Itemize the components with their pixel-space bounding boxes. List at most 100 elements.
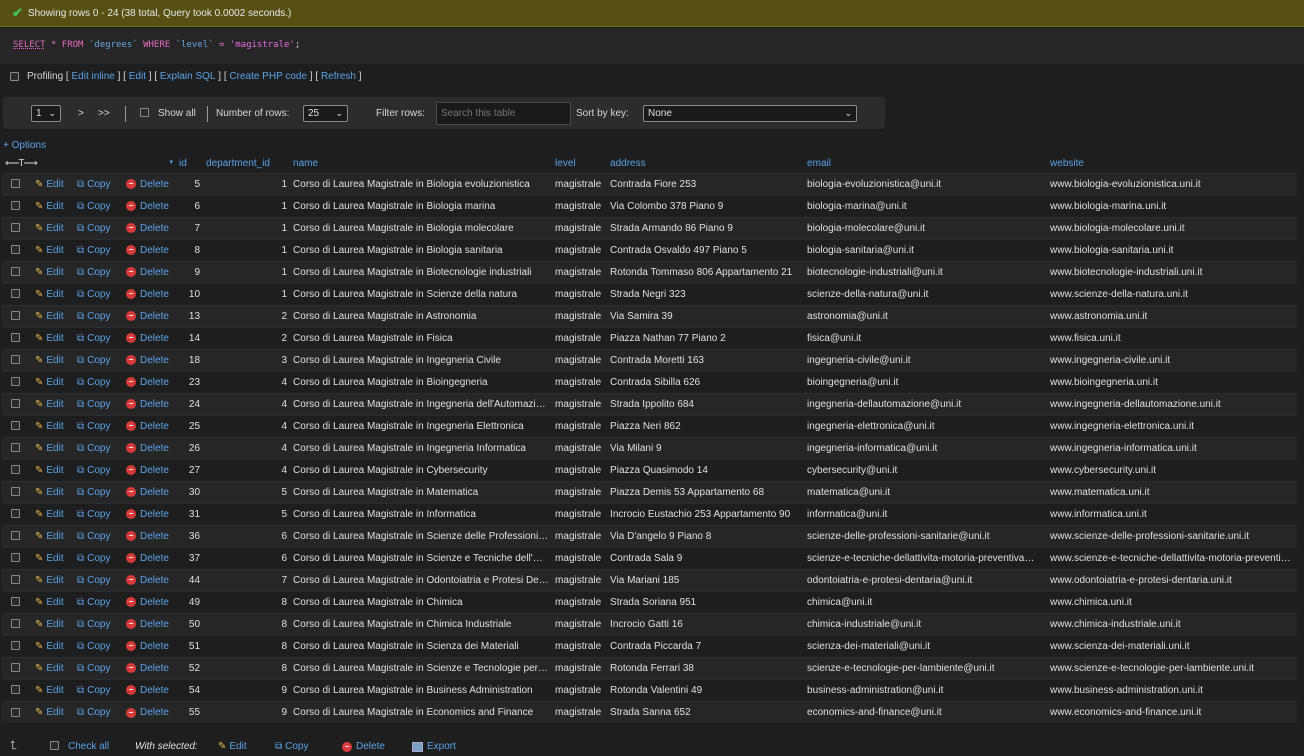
email-cell[interactable]: biotecnologie-industriali@uni.it	[804, 260, 1048, 283]
department-id-cell[interactable]: 8	[203, 612, 291, 635]
name-cell[interactable]: Corso di Laurea Magistrale in Biologia s…	[290, 238, 553, 261]
department-id-cell[interactable]: 5	[203, 480, 291, 503]
row-copy-button[interactable]: ⧉ Copy	[74, 634, 123, 657]
row-copy-button[interactable]: ⧉ Copy	[74, 238, 123, 261]
row-checkbox-cell[interactable]	[2, 260, 32, 283]
address-cell[interactable]: Via Samira 39	[607, 304, 805, 327]
id-cell[interactable]: 50	[176, 612, 204, 635]
row-checkbox[interactable]	[11, 245, 20, 255]
row-checkbox[interactable]	[11, 641, 20, 651]
department-id-cell[interactable]: 4	[203, 458, 291, 481]
address-cell[interactable]: Contrada Osvaldo 497 Piano 5	[607, 238, 805, 261]
name-cell[interactable]: Corso di Laurea Magistrale in Biologia m…	[290, 194, 553, 217]
name-cell[interactable]: Corso di Laurea Magistrale in Biologia m…	[290, 216, 553, 239]
row-edit-button[interactable]: ✎ Edit	[32, 348, 74, 371]
department-id-cell[interactable]: 1	[203, 260, 291, 283]
row-checkbox[interactable]	[11, 179, 20, 189]
department-id-cell[interactable]: 8	[203, 590, 291, 613]
id-cell[interactable]: 24	[176, 392, 204, 415]
row-edit-button[interactable]: ✎ Edit	[32, 392, 74, 415]
row-delete-button[interactable]: − Delete	[123, 480, 177, 503]
address-cell[interactable]: Via Mariani 185	[607, 568, 805, 591]
name-cell[interactable]: Corso di Laurea Magistrale in Fisica	[290, 326, 553, 349]
email-cell[interactable]: ingegneria-civile@uni.it	[804, 348, 1048, 371]
row-copy-button[interactable]: ⧉ Copy	[74, 304, 123, 327]
row-checkbox-cell[interactable]	[2, 194, 32, 217]
row-delete-button[interactable]: − Delete	[123, 458, 177, 481]
name-cell[interactable]: Corso di Laurea Magistrale in Scienze e …	[290, 656, 553, 679]
row-copy-button[interactable]: ⧉ Copy	[74, 524, 123, 547]
row-edit-button[interactable]: ✎ Edit	[32, 502, 74, 525]
department-id-cell[interactable]: 3	[203, 348, 291, 371]
row-checkbox[interactable]	[11, 223, 20, 233]
website-cell[interactable]: www.ingegneria-informatica.uni.it	[1047, 436, 1298, 459]
email-cell[interactable]: ingegneria-elettronica@uni.it	[804, 414, 1048, 437]
level-cell[interactable]: magistrale	[552, 568, 608, 591]
row-checkbox-cell[interactable]	[2, 502, 32, 525]
id-cell[interactable]: 27	[176, 458, 204, 481]
level-cell[interactable]: magistrale	[552, 700, 608, 723]
row-delete-button[interactable]: − Delete	[123, 260, 177, 283]
column-header-address-label[interactable]: address	[610, 158, 646, 169]
filter-rows-input[interactable]	[436, 102, 571, 125]
row-delete-button[interactable]: − Delete	[123, 546, 177, 569]
email-cell[interactable]: ingegneria-dellautomazione@uni.it	[804, 392, 1048, 415]
email-cell[interactable]: fisica@uni.it	[804, 326, 1048, 349]
id-cell[interactable]: 9	[176, 260, 204, 283]
name-cell[interactable]: Corso di Laurea Magistrale in Ingegneria…	[290, 436, 553, 459]
column-resize-handles[interactable]: ⟵T⟶ ▾	[2, 155, 177, 173]
row-delete-button[interactable]: − Delete	[123, 524, 177, 547]
edit-query-link[interactable]: Edit	[129, 71, 146, 82]
column-header-department-id-label[interactable]: department_id	[206, 158, 270, 169]
show-all-checkbox[interactable]	[140, 107, 149, 117]
website-cell[interactable]: www.scienze-e-tecnologie-per-lambiente.u…	[1047, 656, 1298, 679]
level-cell[interactable]: magistrale	[552, 348, 608, 371]
department-id-cell[interactable]: 6	[203, 546, 291, 569]
explain-sql-link[interactable]: Explain SQL	[160, 71, 216, 82]
id-cell[interactable]: 36	[176, 524, 204, 547]
row-delete-button[interactable]: − Delete	[123, 216, 177, 239]
department-id-cell[interactable]: 2	[203, 326, 291, 349]
row-delete-button[interactable]: − Delete	[123, 612, 177, 635]
id-cell[interactable]: 10	[176, 282, 204, 305]
name-cell[interactable]: Corso di Laurea Magistrale in Biotecnolo…	[290, 260, 553, 283]
row-checkbox[interactable]	[11, 443, 20, 453]
email-cell[interactable]: odontoiatria-e-protesi-dentaria@uni.it	[804, 568, 1048, 591]
row-checkbox[interactable]	[11, 311, 20, 321]
row-checkbox-cell[interactable]	[2, 458, 32, 481]
email-cell[interactable]: biologia-molecolare@uni.it	[804, 216, 1048, 239]
row-copy-button[interactable]: ⧉ Copy	[74, 370, 123, 393]
department-id-cell[interactable]: 8	[203, 656, 291, 679]
row-checkbox-cell[interactable]	[2, 392, 32, 415]
row-edit-button[interactable]: ✎ Edit	[32, 458, 74, 481]
row-checkbox[interactable]	[11, 663, 20, 673]
name-cell[interactable]: Corso di Laurea Magistrale in Bioingegne…	[290, 370, 553, 393]
row-copy-button[interactable]: ⧉ Copy	[74, 194, 123, 217]
column-header-email[interactable]: email	[804, 155, 1048, 173]
row-copy-button[interactable]: ⧉ Copy	[74, 326, 123, 349]
row-checkbox[interactable]	[11, 597, 20, 607]
row-delete-button[interactable]: − Delete	[123, 502, 177, 525]
row-edit-button[interactable]: ✎ Edit	[32, 568, 74, 591]
email-cell[interactable]: scienze-e-tecnologie-per-lambiente@uni.i…	[804, 656, 1048, 679]
row-checkbox-cell[interactable]	[2, 524, 32, 547]
bulk-copy-button[interactable]: ⧉ Copy	[275, 741, 309, 752]
row-delete-button[interactable]: − Delete	[123, 656, 177, 679]
id-cell[interactable]: 31	[176, 502, 204, 525]
row-copy-button[interactable]: ⧉ Copy	[74, 348, 123, 371]
row-checkbox-cell[interactable]	[2, 480, 32, 503]
address-cell[interactable]: Strada Armando 86 Piano 9	[607, 216, 805, 239]
row-checkbox[interactable]	[11, 487, 20, 497]
website-cell[interactable]: www.fisica.uni.it	[1047, 326, 1298, 349]
row-edit-button[interactable]: ✎ Edit	[32, 414, 74, 437]
name-cell[interactable]: Corso di Laurea Magistrale in Biologia e…	[290, 172, 553, 195]
row-checkbox-cell[interactable]	[2, 414, 32, 437]
level-cell[interactable]: magistrale	[552, 678, 608, 701]
department-id-cell[interactable]: 4	[203, 414, 291, 437]
id-cell[interactable]: 18	[176, 348, 204, 371]
email-cell[interactable]: scienze-della-natura@uni.it	[804, 282, 1048, 305]
department-id-cell[interactable]: 2	[203, 304, 291, 327]
row-checkbox-cell[interactable]	[2, 436, 32, 459]
row-delete-button[interactable]: − Delete	[123, 370, 177, 393]
website-cell[interactable]: www.odontoiatria-e-protesi-dentaria.uni.…	[1047, 568, 1298, 591]
